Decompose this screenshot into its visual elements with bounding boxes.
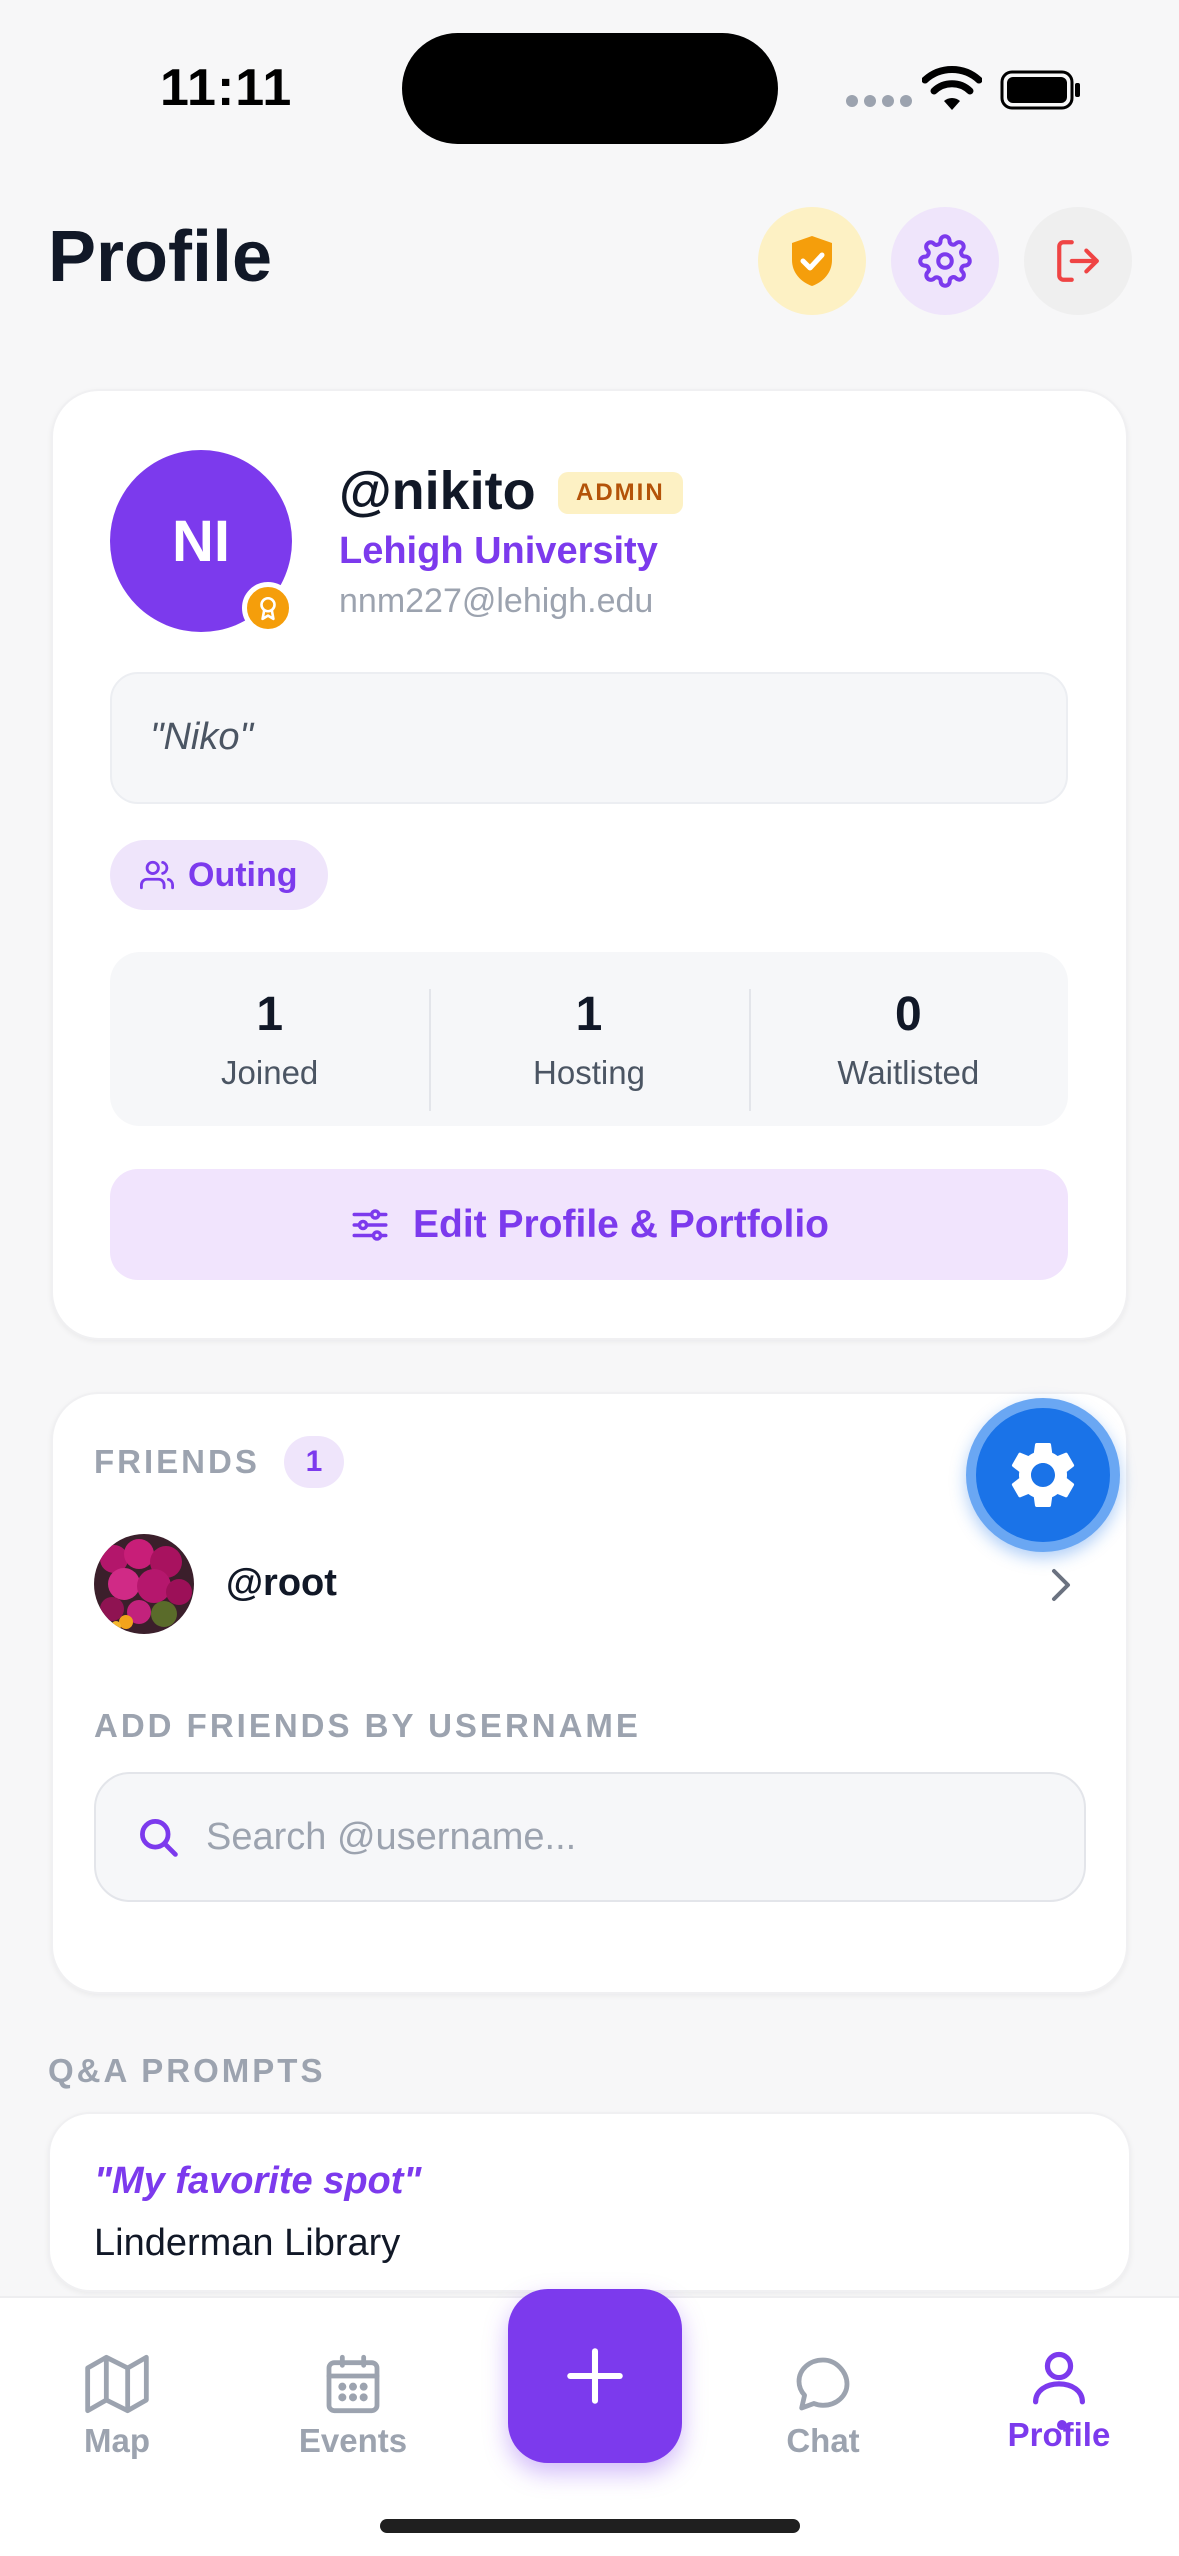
- wifi-icon: [922, 66, 982, 110]
- logout-button[interactable]: [1024, 207, 1132, 315]
- friends-heading: FRIENDS: [94, 1443, 260, 1480]
- gear-icon: [918, 234, 972, 288]
- add-friends-heading: ADD FRIENDS BY USERNAME: [94, 1707, 641, 1744]
- edit-profile-label: Edit Profile & Portfolio: [413, 1202, 829, 1246]
- tab-events-label: Events: [298, 2422, 408, 2459]
- profile-email: nnm227@lehigh.edu: [339, 582, 654, 620]
- stat-value: 0: [894, 987, 922, 1041]
- stat-joined: 1 Joined: [110, 987, 429, 1092]
- friend-search-box[interactable]: [94, 1772, 1086, 1902]
- friends-count-badge: 1: [284, 1436, 344, 1488]
- admin-badge: ADMIN: [558, 472, 683, 514]
- tab-events[interactable]: Events: [258, 2352, 448, 2460]
- gear-icon: [1011, 1443, 1075, 1507]
- stat-waitlisted: 0 Waitlisted: [748, 987, 1068, 1111]
- logout-icon: [1057, 240, 1099, 282]
- profile-username: @nikito: [339, 461, 536, 521]
- tab-map-label: Map: [84, 2422, 150, 2459]
- tab-map[interactable]: Map: [22, 2352, 212, 2460]
- settings-button[interactable]: [891, 207, 999, 315]
- interest-tag[interactable]: Outing: [110, 840, 328, 910]
- stat-hosting: 1 Hosting: [429, 987, 748, 1111]
- signal-icon: [846, 95, 912, 107]
- calendar-icon: [326, 2354, 380, 2414]
- map-icon: [85, 2354, 149, 2414]
- stat-value: 1: [575, 987, 603, 1041]
- stats-panel: 1 Joined 1 Hosting 0 Waitlisted: [110, 952, 1068, 1126]
- stat-label: Waitlisted: [837, 1053, 980, 1091]
- search-input[interactable]: [206, 1815, 1066, 1859]
- qa-question: "My favorite spot": [94, 2160, 422, 2202]
- award-icon: [242, 582, 294, 634]
- create-button[interactable]: [508, 2289, 682, 2463]
- stat-value: 1: [256, 987, 284, 1041]
- search-icon: [140, 1819, 178, 1857]
- bio-quote: "Niko": [150, 716, 253, 758]
- tab-chat-label: Chat: [786, 2422, 860, 2459]
- sliders-icon: [352, 1208, 388, 1241]
- bio-quote-box: [110, 672, 1068, 804]
- active-tab-indicator: [1057, 2420, 1067, 2430]
- qa-heading: Q&A PROMPTS: [48, 2052, 326, 2089]
- profile-university: Lehigh University: [339, 530, 658, 572]
- friend-avatar[interactable]: [94, 1534, 194, 1634]
- shield-check-icon: [792, 236, 832, 286]
- battery-icon: [1000, 70, 1080, 110]
- admin-shield-button[interactable]: [758, 207, 866, 315]
- stat-label: Joined: [221, 1053, 319, 1091]
- interest-tag-label: Outing: [188, 855, 298, 894]
- users-icon: [140, 860, 174, 890]
- user-icon: [1033, 2351, 1085, 2405]
- edit-profile-button[interactable]: Edit Profile & Portfolio: [110, 1169, 1068, 1280]
- home-indicator: [380, 2519, 800, 2533]
- qa-answer: Linderman Library: [94, 2222, 401, 2264]
- chevron-right-icon[interactable]: [1046, 1565, 1076, 1605]
- friend-username[interactable]: @root: [226, 1562, 337, 1605]
- status-time: 11:11: [160, 59, 293, 117]
- dynamic-island: [402, 33, 778, 144]
- floating-settings-button[interactable]: [966, 1398, 1120, 1552]
- tab-chat[interactable]: Chat: [728, 2352, 918, 2460]
- plus-icon: [567, 2348, 623, 2404]
- chat-icon: [796, 2357, 850, 2411]
- tab-profile[interactable]: Profile: [964, 2344, 1154, 2454]
- page-title: Profile: [48, 217, 273, 297]
- stat-label: Hosting: [533, 1053, 645, 1091]
